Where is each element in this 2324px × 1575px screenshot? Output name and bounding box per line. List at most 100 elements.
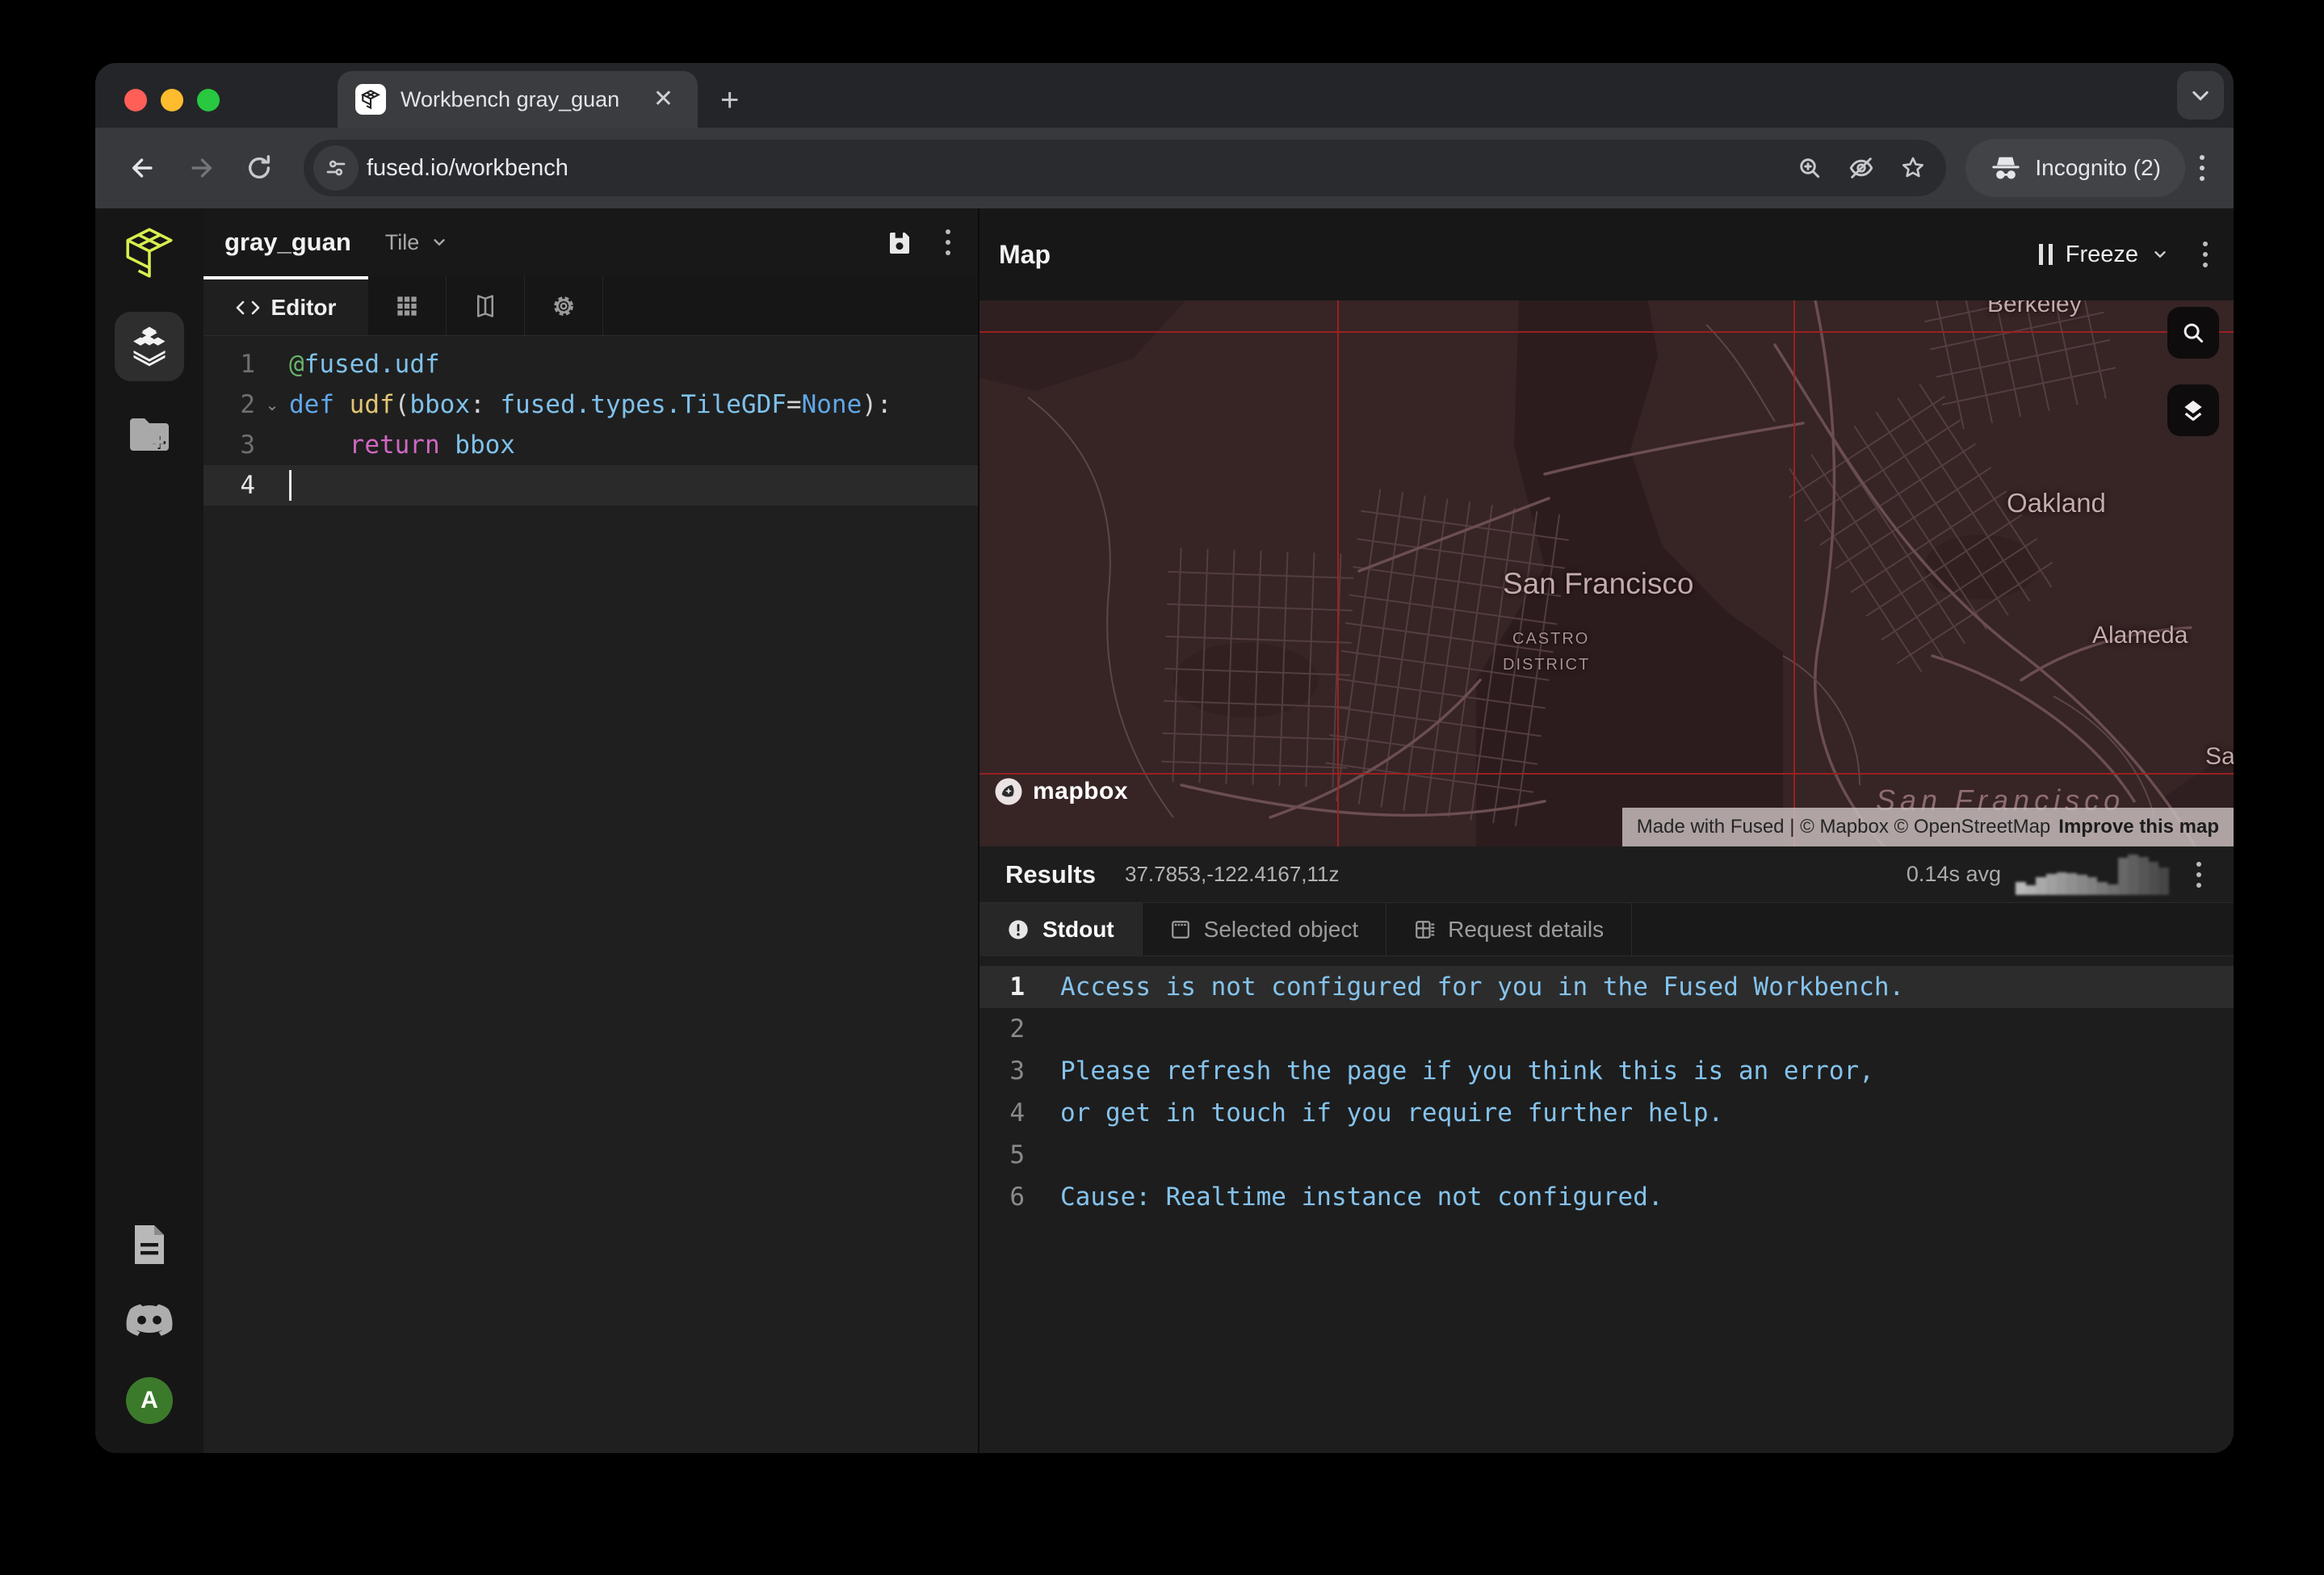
sparkline-bar [2148, 861, 2159, 895]
tab-modules[interactable] [368, 276, 447, 335]
fused-workbench: A gray_guan Tile Editor 1 @ fused.udf 2 … [95, 208, 2234, 1453]
map-label-berkeley: Berkeley [1987, 300, 2082, 317]
editor-menu-button[interactable] [939, 223, 957, 262]
incognito-badge[interactable]: Incognito (2) [1965, 139, 2185, 197]
map-menu-button[interactable] [2196, 235, 2214, 274]
tile-grid-line [980, 773, 2234, 775]
code-editor[interactable]: 1 @ fused.udf 2 ⌄ def udf(bbox: fused.types.T… [203, 336, 978, 1453]
window-icon [1171, 920, 1189, 939]
code-line[interactable]: 2 ⌄ def udf(bbox: fused.types.TileGDF = None… [203, 384, 978, 425]
viewport-coordinates: 37.7853,-122.4167,11z [1124, 862, 1340, 886]
save-button[interactable] [878, 220, 921, 264]
attribution-text[interactable]: Made with Fused | © Mapbox © OpenStreetM… [1637, 816, 2051, 838]
code-token: fused.types.TileGDF [500, 390, 787, 419]
fused-favicon-icon [355, 84, 386, 115]
close-window-button[interactable] [124, 89, 147, 111]
alert-circle-icon [1009, 919, 1028, 939]
sidebar-item-add-folder[interactable] [127, 415, 172, 454]
freeze-button[interactable]: Freeze [2038, 242, 2169, 268]
sparkline-bar [2087, 876, 2098, 895]
stdout-text: Cause: Realtime instance not configured. [1060, 1182, 1663, 1212]
mode-dropdown[interactable]: Tile [385, 230, 449, 255]
tab-selected-object-label: Selected object [1203, 916, 1359, 942]
reload-button[interactable] [234, 143, 284, 193]
line-number: 6 [1009, 1182, 1025, 1212]
tab-strip: Workbench gray_guan ✕ + [95, 63, 2234, 128]
sparkline-bar [2117, 857, 2129, 895]
improve-map-link[interactable]: Improve this map [2058, 816, 2219, 838]
stdout-text: Please refresh the page if you think thi… [1060, 1056, 1874, 1086]
udf-name[interactable]: gray_guan [224, 228, 351, 257]
code-token: udf [349, 390, 395, 419]
map-label-edge: Sa [2205, 743, 2234, 770]
fold-chevron-icon[interactable]: ⌄ [255, 395, 289, 415]
code-line[interactable]: 3 return bbox [203, 425, 978, 465]
sidebar-item-docs[interactable] [131, 1224, 168, 1266]
results-panel: Results 37.7853,-122.4167,11z 0.14s avg … [980, 846, 2234, 1453]
zoom-page-icon[interactable] [1788, 146, 1831, 190]
browser-tab[interactable]: Workbench gray_guan ✕ [338, 71, 698, 128]
line-number: 4 [240, 471, 255, 500]
tab-stdout[interactable]: Stdout [980, 903, 1143, 956]
results-title: Results [1005, 859, 1096, 888]
code-token: bbox [439, 430, 515, 460]
tab-editor[interactable]: Editor [203, 276, 368, 335]
code-token: ): [862, 390, 892, 419]
code-line[interactable]: 1 @ fused.udf [203, 344, 978, 384]
editor-tab-bar: Editor [203, 276, 978, 336]
line-number: 2 [1009, 1014, 1025, 1044]
zoom-window-button[interactable] [197, 89, 220, 111]
sparkline-bar [2077, 874, 2087, 895]
stdout-text: or get in touch if you require further h… [1060, 1098, 1724, 1128]
sparkline-bar [2066, 872, 2078, 895]
back-button[interactable] [118, 143, 168, 193]
fused-logo[interactable] [123, 226, 176, 279]
map-layers-button[interactable] [2167, 384, 2219, 436]
document-icon [135, 1225, 164, 1264]
left-rail: A [95, 208, 203, 1453]
stdout-line: 5 [980, 1134, 2234, 1176]
editor-panel: gray_guan Tile Editor 1 @ fused.udf 2 ⌄ … [203, 208, 980, 1453]
screen: Workbench gray_guan ✕ + fused.io/workben… [0, 0, 2324, 1575]
eye-off-icon[interactable] [1839, 146, 1883, 190]
line-number: 1 [240, 350, 255, 379]
map-label-castro-2: DISTRICT [1503, 656, 1591, 674]
browser-menu-button[interactable] [2193, 149, 2211, 187]
bookmark-star-icon[interactable] [1891, 146, 1935, 190]
map-title: Map [999, 239, 1051, 269]
line-number: 2 [240, 390, 255, 419]
mapbox-logo[interactable]: mapbox [994, 777, 1128, 806]
address-bar[interactable]: fused.io/workbench [304, 140, 1947, 196]
code-line[interactable]: 4 [203, 465, 978, 506]
minimize-window-button[interactable] [161, 89, 183, 111]
user-avatar[interactable]: A [126, 1377, 173, 1424]
stdout-text: Access is not configured for you in the … [1060, 972, 1905, 1002]
gear-icon [554, 296, 573, 316]
forward-button[interactable] [176, 143, 226, 193]
tab-visualize[interactable] [447, 276, 525, 335]
stdout-output[interactable]: 1 Access is not configured for you in the… [980, 956, 2234, 1453]
map-canvas[interactable]: Berkeley Oakland Alameda San Francisco C… [980, 300, 2234, 846]
code-token: bbox [409, 390, 470, 419]
map-search-button[interactable] [2167, 307, 2219, 359]
results-header: Results 37.7853,-122.4167,11z 0.14s avg [980, 846, 2234, 903]
code-token: = [786, 390, 802, 419]
sparkline-bar [2025, 884, 2037, 895]
tab-settings[interactable] [525, 276, 603, 335]
tab-selected-object[interactable]: Selected object [1142, 903, 1387, 956]
sidebar-item-discord[interactable] [126, 1303, 173, 1340]
tab-request-details[interactable]: Request details [1386, 903, 1633, 956]
results-menu-button[interactable] [2190, 855, 2208, 894]
url-text: fused.io/workbench [367, 154, 568, 181]
tab-editor-label: Editor [271, 294, 337, 320]
sparkline-bar [2046, 873, 2057, 895]
tab-close-icon[interactable]: ✕ [647, 84, 680, 115]
new-tab-button[interactable]: + [720, 84, 739, 116]
mapbox-wordmark: mapbox [1033, 778, 1129, 804]
text-cursor [289, 470, 292, 501]
layers-icon [2184, 401, 2202, 421]
tab-search-button[interactable] [2177, 71, 2224, 120]
site-settings-icon[interactable] [313, 145, 359, 191]
sidebar-item-udf-explorer[interactable] [115, 312, 184, 381]
line-number: 4 [1009, 1098, 1025, 1128]
